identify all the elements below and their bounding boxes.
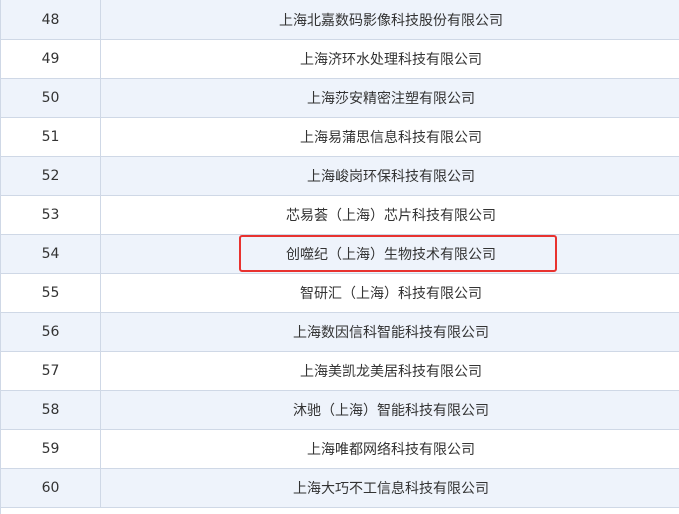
row-number: 53 [1, 196, 101, 234]
company-name: 上海美凯龙美居科技有限公司 [300, 364, 482, 380]
row-number: 60 [1, 469, 101, 507]
company-name: 上海北嘉数码影像科技股份有限公司 [279, 12, 503, 29]
row-number: 49 [1, 40, 101, 78]
table-row: 57 上海美凯龙美居科技有限公司 [1, 352, 679, 391]
table-row: 53 芯易荟（上海）芯片科技有限公司 [1, 196, 679, 235]
row-number: 57 [1, 352, 101, 390]
table-row: 59 上海唯都网络科技有限公司 [1, 430, 679, 469]
company-name: 上海大巧不工信息科技有限公司 [293, 481, 489, 497]
company-name: 沐驰（上海）智能科技有限公司 [293, 403, 489, 419]
table-row: 60 上海大巧不工信息科技有限公司 [1, 469, 679, 508]
company-name: 上海莎安精密注塑有限公司 [307, 91, 475, 107]
table-row: 48 上海北嘉数码影像科技股份有限公司 [1, 0, 679, 40]
table-row: 58 沐驰（上海）智能科技有限公司 [1, 391, 679, 430]
table-row-highlighted: 54 创噬纪（上海）生物技术有限公司 [1, 235, 679, 274]
table-row: 49 上海济环水处理科技有限公司 [1, 40, 679, 79]
row-number: 48 [1, 0, 101, 39]
company-name: 上海济环水处理科技有限公司 [300, 52, 482, 68]
company-name: 上海峻岗环保科技有限公司 [307, 169, 475, 185]
row-number: 54 [1, 235, 101, 273]
row-number: 55 [1, 274, 101, 312]
company-name: 上海唯都网络科技有限公司 [307, 442, 475, 458]
company-table: 48 上海北嘉数码影像科技股份有限公司 49 上海济环水处理科技有限公司 50 … [0, 0, 679, 514]
row-number: 51 [1, 118, 101, 156]
company-name: 上海易蒲思信息科技有限公司 [300, 130, 482, 146]
table-row: 56 上海数因信科智能科技有限公司 [1, 313, 679, 352]
table-row: 52 上海峻岗环保科技有限公司 [1, 157, 679, 196]
row-number: 52 [1, 157, 101, 195]
row-number: 58 [1, 391, 101, 429]
row-number: 59 [1, 430, 101, 468]
company-name: 上海数因信科智能科技有限公司 [293, 325, 489, 341]
row-number: 50 [1, 79, 101, 117]
company-name: 创噬纪（上海）生物技术有限公司 [286, 247, 496, 263]
company-name: 芯易荟（上海）芯片科技有限公司 [286, 208, 496, 224]
company-name: 智研汇（上海）科技有限公司 [300, 286, 482, 302]
row-number: 56 [1, 313, 101, 351]
table-row: 55 智研汇（上海）科技有限公司 [1, 274, 679, 313]
table-row: 51 上海易蒲思信息科技有限公司 [1, 118, 679, 157]
table-row: 50 上海莎安精密注塑有限公司 [1, 79, 679, 118]
